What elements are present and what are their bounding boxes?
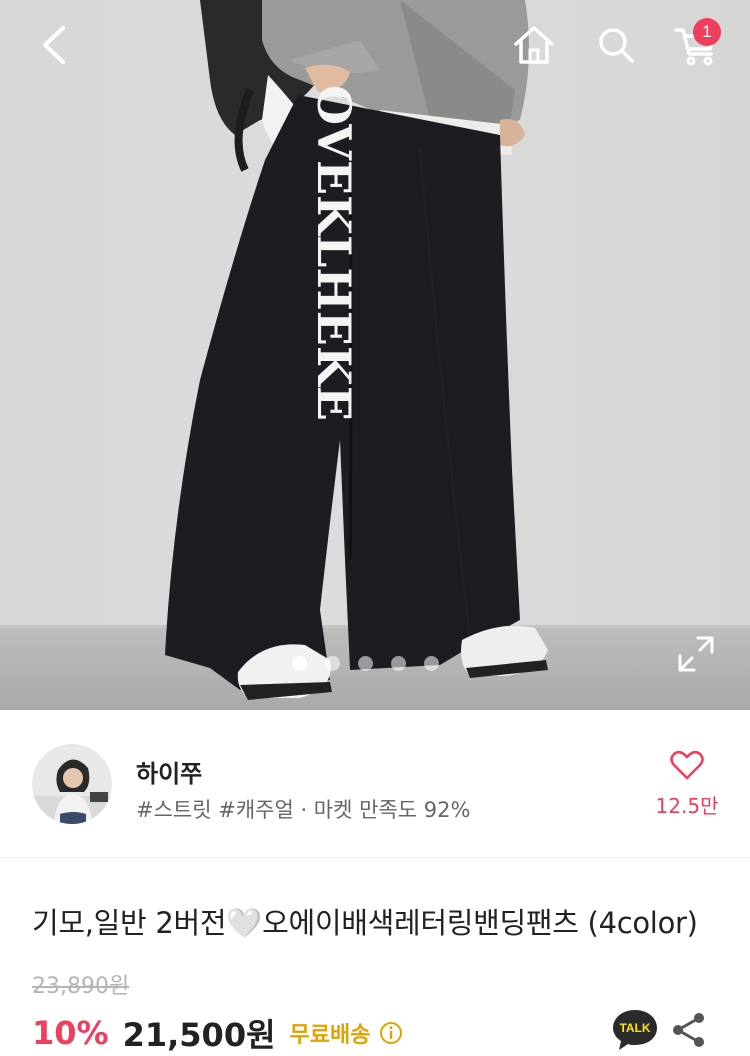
seller-avatar[interactable] xyxy=(32,744,112,824)
seller-tags: #스트릿 #캐주얼 · 마켓 만족도 92% xyxy=(136,798,471,822)
home-icon xyxy=(514,26,554,64)
favorite-count: 12.5만 xyxy=(655,794,719,818)
search-icon xyxy=(599,28,634,63)
discount-rate: 10% xyxy=(32,1014,109,1052)
pants-print-text: OVEKLHEKE xyxy=(307,85,361,421)
home-button[interactable] xyxy=(508,20,560,70)
product-photo: OVEKLHEKE xyxy=(165,0,548,700)
fullscreen-button[interactable] xyxy=(674,632,718,676)
search-button[interactable] xyxy=(590,20,642,70)
share-button[interactable] xyxy=(669,1010,709,1050)
product-detail-page: OVEKLHEKE 1 하이쭈 #스트릿 #캐주얼 · 마켓 만족도 92% 1… xyxy=(0,0,750,1056)
original-price: 23,890원 xyxy=(32,974,130,999)
share-icon xyxy=(673,1013,704,1047)
heart-icon xyxy=(670,750,704,780)
carousel-dot[interactable] xyxy=(424,656,439,671)
talk-button[interactable]: TALK xyxy=(611,1008,659,1052)
expand-icon xyxy=(678,636,714,672)
carousel-dot[interactable] xyxy=(325,656,340,671)
talk-label: TALK xyxy=(619,1021,650,1035)
cart-count-badge: 1 xyxy=(693,18,721,46)
favorite-button[interactable]: 12.5만 xyxy=(650,750,724,819)
carousel-dot[interactable] xyxy=(358,656,373,671)
shipping-label: 무료배송 xyxy=(289,1023,371,1048)
seller-info[interactable]: 하이쭈 #스트릿 #캐주얼 · 마켓 만족도 92% 12.5만 xyxy=(0,710,750,858)
carousel-dot[interactable] xyxy=(391,656,406,671)
carousel-indicator xyxy=(292,656,439,671)
seller-name[interactable]: 하이쭈 xyxy=(136,754,202,789)
info-icon[interactable] xyxy=(379,1021,403,1045)
product-image-carousel[interactable]: OVEKLHEKE 1 xyxy=(0,0,750,710)
carousel-dot[interactable] xyxy=(292,656,307,671)
talk-icon: TALK xyxy=(613,1010,657,1050)
cart-button[interactable]: 1 xyxy=(668,18,724,70)
price-row: 10% 21,500원 무료배송 xyxy=(32,1010,403,1056)
sale-price: 21,500원 xyxy=(122,1016,276,1054)
back-button[interactable] xyxy=(26,22,82,68)
product-title: 기모,일반 2버전🤍오에이배색레터링밴딩팬츠 (4color) xyxy=(32,906,698,940)
chevron-left-icon xyxy=(43,26,65,64)
